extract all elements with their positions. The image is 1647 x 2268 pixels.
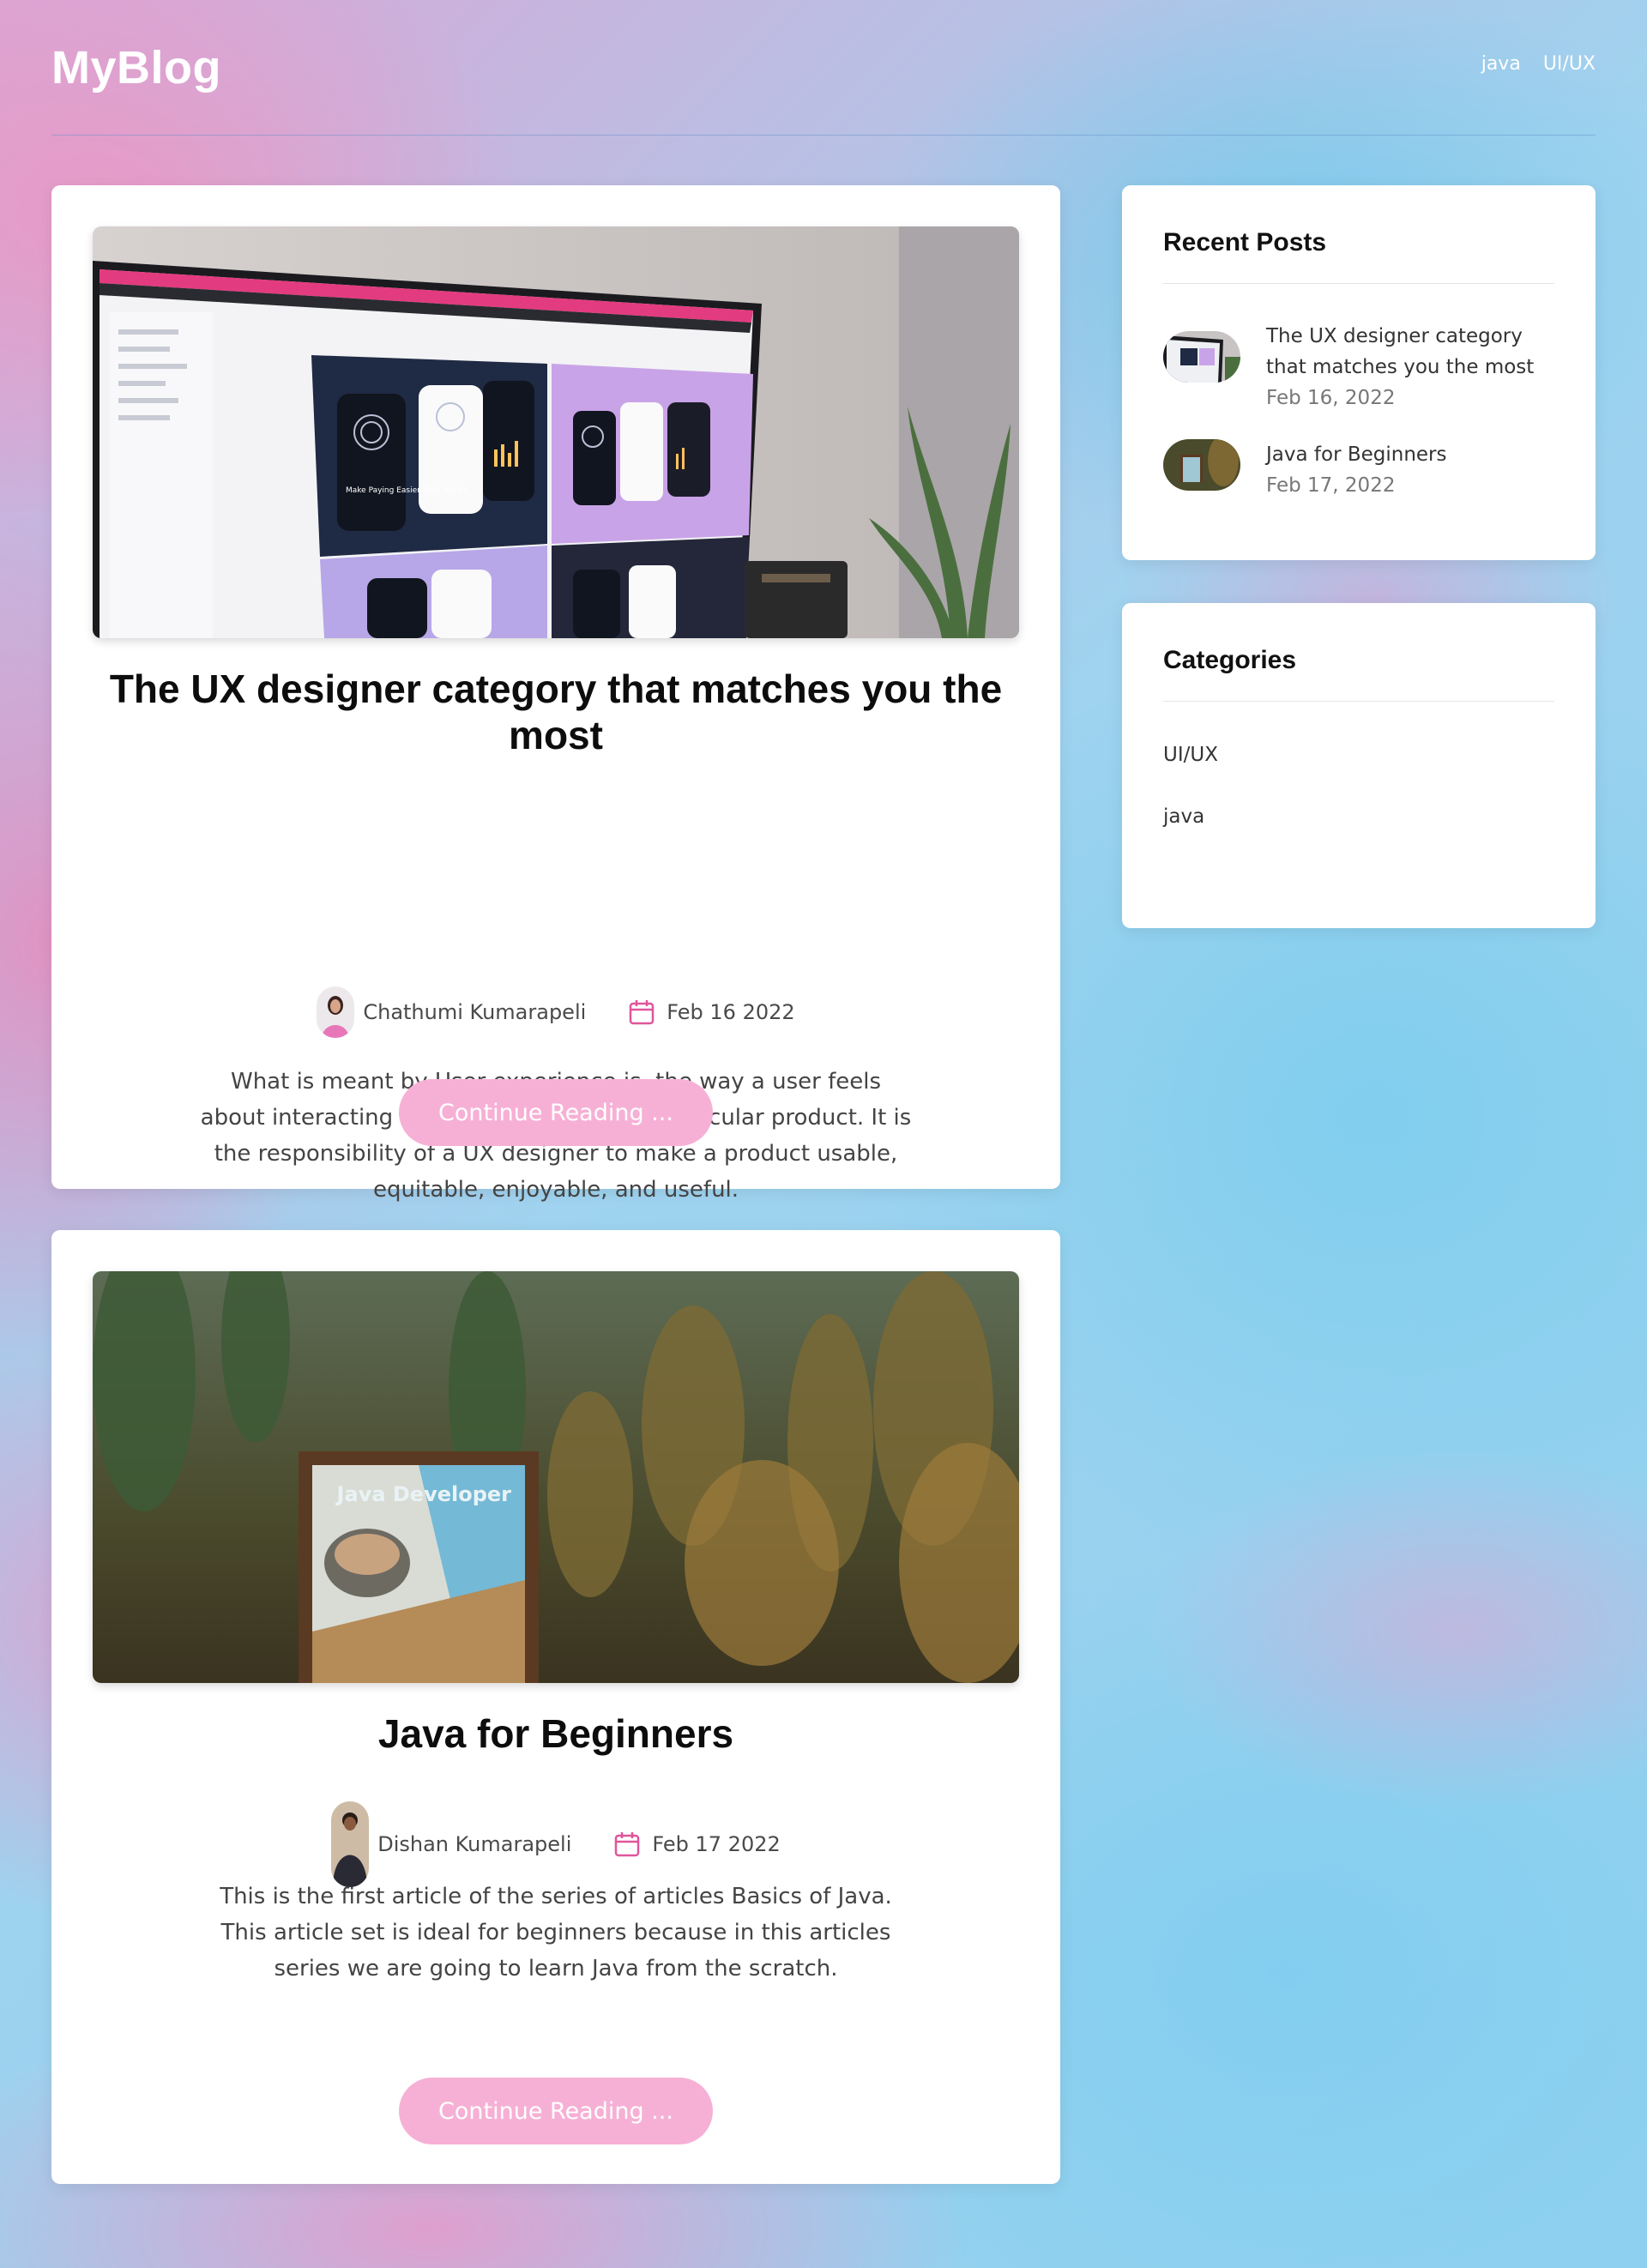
recent-posts-title: Recent Posts: [1163, 228, 1327, 256]
post-author: Dishan Kumarapeli: [331, 1801, 571, 1887]
site-logo[interactable]: MyBlog: [51, 41, 221, 94]
recent-post-date: Feb 17, 2022: [1266, 474, 1396, 497]
post-image-ux-monitor[interactable]: Make Paying Easier With Wallet.: [93, 226, 1019, 638]
post-meta: Dishan Kumarapeli Feb 17 2022: [51, 1801, 1060, 1887]
continue-reading-button[interactable]: Continue Reading ...: [399, 1079, 713, 1146]
recent-post-thumbnail[interactable]: [1163, 439, 1240, 491]
post-title[interactable]: The UX designer category that matches yo…: [86, 666, 1026, 758]
post-author: Chathumi Kumarapeli: [317, 986, 586, 1038]
post-image-java-poster[interactable]: Java Developer: [93, 1271, 1019, 1683]
main-nav: java UI/UX: [1481, 53, 1596, 75]
java-poster-text: Java Developer: [335, 1482, 512, 1506]
recent-post-thumbnail[interactable]: [1163, 331, 1240, 383]
continue-reading-button[interactable]: Continue Reading ...: [399, 2078, 713, 2144]
calendar-icon: [630, 1000, 655, 1025]
ux-card-text: Make Paying Easier With Wallet.: [346, 486, 469, 495]
nav-link-java[interactable]: java: [1481, 53, 1521, 75]
java-poster-photo: Java Developer: [93, 1271, 1019, 1683]
post-card: Java Developer Java for Beginners Dishan…: [51, 1230, 1060, 2184]
divider: [1163, 283, 1554, 284]
recent-posts-widget: Recent Posts The UX designer category th…: [1122, 185, 1596, 560]
divider: [1163, 701, 1554, 702]
post-title[interactable]: Java for Beginners: [86, 1710, 1026, 1757]
date-text: Feb 16 2022: [667, 1000, 795, 1024]
category-link-uiux[interactable]: UI/UX: [1163, 744, 1218, 766]
author-name[interactable]: Chathumi Kumarapeli: [363, 1000, 586, 1024]
author-avatar: [317, 986, 355, 1038]
categories-widget: Categories UI/UX java: [1122, 603, 1596, 928]
post-date: Feb 16 2022: [629, 999, 795, 1025]
monitor-photo: Make Paying Easier With Wallet.: [93, 226, 1019, 638]
recent-post-item[interactable]: Java for Beginners Feb 17, 2022: [1163, 439, 1561, 501]
author-name[interactable]: Dishan Kumarapeli: [377, 1832, 571, 1856]
recent-post-title[interactable]: Java for Beginners: [1266, 439, 1447, 470]
post-card: Make Paying Easier With Wallet. The UX d…: [51, 185, 1060, 1203]
author-avatar: [331, 1801, 370, 1887]
post-excerpt: This is the first article of the series …: [220, 1884, 892, 1981]
nav-link-uiux[interactable]: UI/UX: [1543, 53, 1596, 75]
category-link-java[interactable]: java: [1163, 805, 1204, 828]
recent-post-item[interactable]: The UX designer category that matches yo…: [1163, 321, 1561, 413]
post-meta: Chathumi Kumarapeli Feb 16 2022: [51, 986, 1060, 1038]
recent-post-text: Java for Beginners Feb 17, 2022: [1266, 439, 1447, 501]
calendar-icon: [615, 1832, 640, 1857]
recent-post-title[interactable]: The UX designer category that matches yo…: [1266, 321, 1561, 383]
categories-title: Categories: [1163, 646, 1297, 674]
recent-post-text: The UX designer category that matches yo…: [1266, 321, 1561, 413]
site-header: MyBlog java UI/UX: [51, 0, 1596, 136]
recent-post-date: Feb 16, 2022: [1266, 387, 1396, 409]
date-text: Feb 17 2022: [652, 1832, 781, 1856]
post-date: Feb 17 2022: [614, 1831, 781, 1857]
